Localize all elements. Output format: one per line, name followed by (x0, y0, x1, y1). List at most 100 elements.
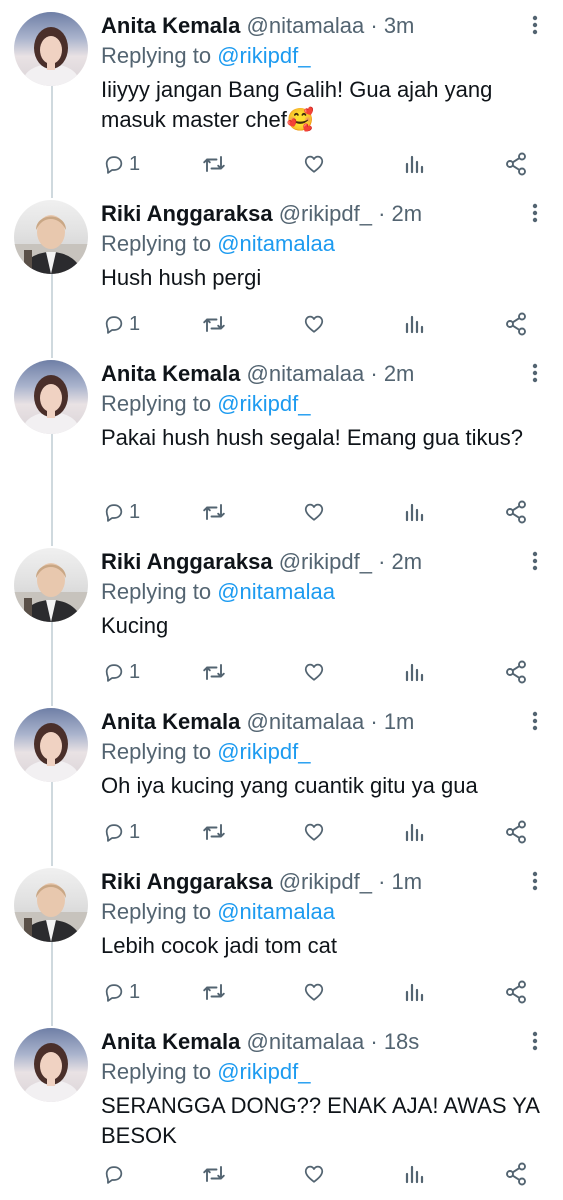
share-button[interactable] (505, 1159, 527, 1189)
display-name[interactable]: Anita Kemala (101, 709, 240, 734)
avatar[interactable] (14, 708, 88, 782)
timestamp[interactable]: · 2m (370, 361, 414, 386)
user-handle[interactable]: @rikipdf_ (279, 549, 372, 574)
display-name[interactable]: Anita Kemala (101, 13, 240, 38)
tweet[interactable]: Anita Kemala @nitamalaa · 1m Replying to… (0, 696, 563, 856)
mention-link[interactable]: @rikipdf_ (217, 391, 310, 416)
reply-button[interactable]: 1 (103, 977, 140, 1007)
like-button[interactable] (303, 977, 325, 1007)
timestamp[interactable]: · 1m (370, 709, 414, 734)
reply-button[interactable]: 1 (103, 817, 140, 847)
reply-count: 1 (129, 500, 141, 523)
more-options-icon[interactable] (527, 14, 543, 36)
like-button[interactable] (303, 657, 325, 687)
tweet-actions: 1 (101, 977, 531, 1007)
retweet-button[interactable] (202, 1159, 226, 1189)
heart-icon (304, 823, 324, 841)
like-button[interactable] (303, 497, 325, 527)
tweet-actions: 1 (101, 657, 531, 687)
retweet-button[interactable] (202, 309, 226, 339)
mention-link[interactable]: @rikipdf_ (217, 739, 310, 764)
views-button[interactable] (404, 497, 426, 527)
share-button[interactable] (505, 497, 527, 527)
share-button[interactable] (505, 817, 527, 847)
tweet[interactable]: Riki Anggaraksa @rikipdf_ · 2m Replying … (0, 536, 563, 696)
timestamp[interactable]: · 1m (378, 869, 422, 894)
more-options-icon[interactable] (527, 362, 543, 384)
views-button[interactable] (404, 977, 426, 1007)
mention-link[interactable]: @nitamalaa (217, 579, 335, 604)
reply-button[interactable]: 1 (103, 657, 140, 687)
user-handle[interactable]: @nitamalaa (247, 1029, 365, 1054)
like-button[interactable] (303, 149, 325, 179)
user-handle[interactable]: @rikipdf_ (279, 201, 372, 226)
share-icon (506, 660, 526, 684)
reply-button[interactable]: 1 (103, 149, 140, 179)
tweet[interactable]: Anita Kemala @nitamalaa · 3m Replying to… (0, 0, 563, 188)
reply-button[interactable]: 1 (103, 309, 140, 339)
avatar[interactable] (14, 548, 88, 622)
retweet-icon (203, 504, 225, 520)
user-handle[interactable]: @rikipdf_ (279, 869, 372, 894)
tweet[interactable]: Anita Kemala @nitamalaa · 18s Replying t… (0, 1016, 563, 1200)
tweet[interactable]: Riki Anggaraksa @rikipdf_ · 1m Replying … (0, 856, 563, 1016)
like-button[interactable] (303, 1159, 325, 1189)
display-name[interactable]: Riki Anggaraksa (101, 869, 273, 894)
avatar[interactable] (14, 12, 88, 86)
retweet-button[interactable] (202, 657, 226, 687)
mention-link[interactable]: @nitamalaa (217, 899, 335, 924)
retweet-button[interactable] (202, 497, 226, 527)
mention-link[interactable]: @rikipdf_ (217, 43, 310, 68)
more-options-icon[interactable] (527, 550, 543, 572)
share-icon (506, 980, 526, 1004)
more-options-icon[interactable] (527, 202, 543, 224)
more-options-icon[interactable] (527, 1030, 543, 1052)
avatar[interactable] (14, 360, 88, 434)
share-button[interactable] (505, 657, 527, 687)
user-handle[interactable]: @nitamalaa (247, 13, 365, 38)
share-icon (506, 1162, 526, 1186)
share-button[interactable] (505, 977, 527, 1007)
more-options-icon[interactable] (527, 870, 543, 892)
views-button[interactable] (404, 817, 426, 847)
mention-link[interactable]: @nitamalaa (217, 231, 335, 256)
avatar[interactable] (14, 200, 88, 274)
retweet-icon (203, 1166, 225, 1182)
avatar[interactable] (14, 1028, 88, 1102)
user-handle[interactable]: @nitamalaa (247, 361, 365, 386)
timestamp[interactable]: · 3m (370, 13, 414, 38)
retweet-button[interactable] (202, 149, 226, 179)
like-button[interactable] (303, 817, 325, 847)
replying-to: Replying to @rikipdf_ (101, 41, 545, 71)
tweet[interactable]: Anita Kemala @nitamalaa · 2m Replying to… (0, 348, 563, 536)
heart-icon (304, 1165, 324, 1183)
avatar[interactable] (14, 868, 88, 942)
views-button[interactable] (404, 149, 426, 179)
display-name[interactable]: Riki Anggaraksa (101, 549, 273, 574)
timestamp[interactable]: · 2m (378, 201, 422, 226)
reply-button[interactable] (103, 1159, 129, 1189)
more-options-icon[interactable] (527, 710, 543, 732)
user-handle[interactable]: @nitamalaa (247, 709, 365, 734)
timestamp[interactable]: · 2m (378, 549, 422, 574)
display-name[interactable]: Anita Kemala (101, 1029, 240, 1054)
views-button[interactable] (404, 657, 426, 687)
replying-to-label: Replying to (101, 1059, 212, 1084)
tweet-header: Anita Kemala @nitamalaa · 18s (101, 1028, 545, 1056)
retweet-button[interactable] (202, 977, 226, 1007)
retweet-button[interactable] (202, 817, 226, 847)
display-name[interactable]: Riki Anggaraksa (101, 201, 273, 226)
tweet-actions: 1 (101, 817, 531, 847)
views-button[interactable] (404, 1159, 426, 1189)
display-name[interactable]: Anita Kemala (101, 361, 240, 386)
reply-button[interactable]: 1 (103, 497, 140, 527)
share-button[interactable] (505, 309, 527, 339)
like-button[interactable] (303, 309, 325, 339)
timestamp[interactable]: · 18s (370, 1029, 419, 1054)
share-button[interactable] (505, 149, 527, 179)
replying-to: Replying to @rikipdf_ (101, 1057, 545, 1087)
mention-link[interactable]: @rikipdf_ (217, 1059, 310, 1084)
views-button[interactable] (404, 309, 426, 339)
tweet[interactable]: Riki Anggaraksa @rikipdf_ · 2m Replying … (0, 188, 563, 348)
analytics-icon (405, 315, 424, 334)
